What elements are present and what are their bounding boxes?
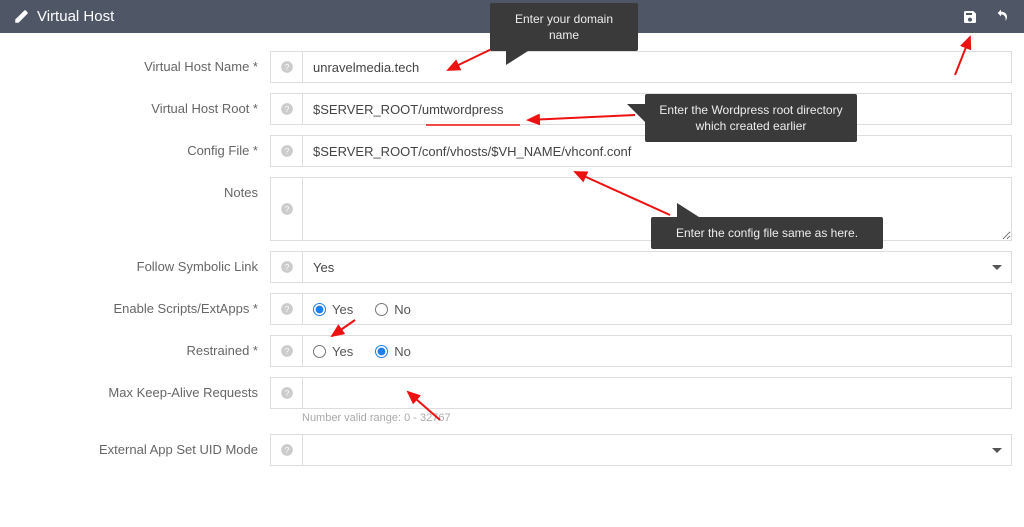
enable-scripts-radiogroup: Yes No (302, 293, 1012, 325)
follow-symlink-select[interactable]: Yes (302, 251, 1012, 283)
restrained-radiogroup: Yes No (302, 335, 1012, 367)
svg-text:?: ? (284, 105, 289, 114)
radio-label-no: No (394, 302, 411, 317)
tooltip-root: Enter the Wordpress root directory which… (645, 94, 857, 142)
svg-text:?: ? (284, 446, 289, 455)
enable-scripts-yes-radio[interactable] (313, 303, 326, 316)
enable-scripts-no[interactable]: No (375, 302, 411, 317)
save-button[interactable] (962, 9, 978, 25)
help-icon[interactable]: ? (270, 335, 302, 367)
radio-label-yes: Yes (332, 344, 353, 359)
help-icon[interactable]: ? (270, 135, 302, 167)
back-button[interactable] (992, 9, 1010, 25)
label-follow-symlink: Follow Symbolic Link (12, 251, 270, 274)
label-enable-scripts: Enable Scripts/ExtApps * (12, 293, 270, 316)
label-notes: Notes (12, 177, 270, 200)
tooltip-config: Enter the config file same as here. (651, 217, 883, 249)
label-config-file: Config File * (12, 135, 270, 158)
help-icon[interactable]: ? (270, 434, 302, 466)
help-icon[interactable]: ? (270, 93, 302, 125)
tooltip-text: Enter the config file same as here. (676, 226, 858, 240)
label-max-keepalive: Max Keep-Alive Requests (12, 377, 270, 400)
tooltip-text: Enter the Wordpress root directory which… (659, 103, 842, 133)
help-icon[interactable]: ? (270, 177, 302, 241)
svg-text:?: ? (284, 305, 289, 314)
tooltip-domain: Enter your domain name (490, 3, 638, 51)
restrained-no-radio[interactable] (375, 345, 388, 358)
max-keepalive-hint: Number valid range: 0 - 32767 (302, 412, 1012, 424)
help-icon[interactable]: ? (270, 293, 302, 325)
label-vhost-root: Virtual Host Root * (12, 93, 270, 116)
enable-scripts-yes[interactable]: Yes (313, 302, 353, 317)
svg-text:?: ? (284, 347, 289, 356)
max-keepalive-input[interactable] (302, 377, 1012, 409)
restrained-yes[interactable]: Yes (313, 344, 353, 359)
tooltip-text: Enter your domain name (515, 12, 613, 42)
vhost-name-input[interactable] (302, 51, 1012, 83)
svg-text:?: ? (284, 147, 289, 156)
restrained-no[interactable]: No (375, 344, 411, 359)
row-max-keepalive: Max Keep-Alive Requests ? Number valid r… (12, 377, 1012, 424)
row-enable-scripts: Enable Scripts/ExtApps * ? Yes No (12, 293, 1012, 325)
svg-text:?: ? (284, 263, 289, 272)
svg-text:?: ? (284, 389, 289, 398)
row-vhost-root: Virtual Host Root * ? (12, 93, 1012, 125)
row-config-file: Config File * ? (12, 135, 1012, 167)
svg-text:?: ? (284, 63, 289, 72)
help-icon[interactable]: ? (270, 51, 302, 83)
label-ext-uid-mode: External App Set UID Mode (12, 434, 270, 457)
edit-icon (14, 9, 29, 24)
label-restrained: Restrained * (12, 335, 270, 358)
restrained-yes-radio[interactable] (313, 345, 326, 358)
row-follow-symlink: Follow Symbolic Link ? Yes (12, 251, 1012, 283)
panel-title: Virtual Host (37, 8, 114, 25)
ext-uid-mode-select[interactable] (302, 434, 1012, 466)
enable-scripts-no-radio[interactable] (375, 303, 388, 316)
radio-label-yes: Yes (332, 302, 353, 317)
help-icon[interactable]: ? (270, 377, 302, 409)
row-ext-uid-mode: External App Set UID Mode ? (12, 434, 1012, 466)
svg-text:?: ? (284, 205, 289, 214)
radio-label-no: No (394, 344, 411, 359)
form-area: Virtual Host Name * ? Virtual Host Root … (0, 33, 1024, 478)
label-vhost-name: Virtual Host Name * (12, 51, 270, 74)
row-restrained: Restrained * ? Yes No (12, 335, 1012, 367)
help-icon[interactable]: ? (270, 251, 302, 283)
